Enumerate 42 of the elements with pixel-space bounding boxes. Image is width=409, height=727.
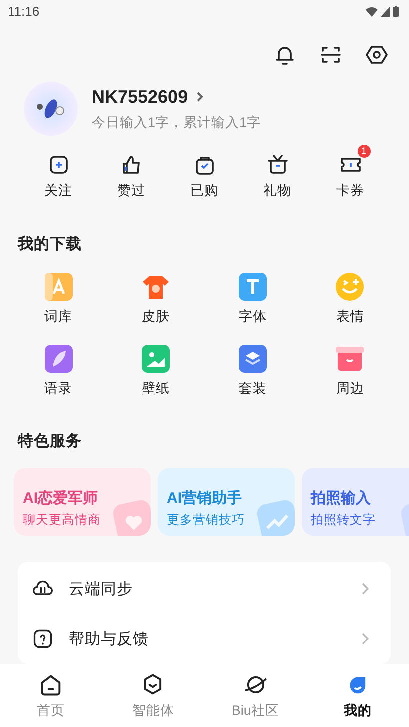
wifi-icon [366,6,378,17]
tab[interactable]: 智能体 [102,672,204,720]
chevron-icon [362,633,369,645]
tab[interactable]: 我的 [306,672,409,720]
download-category[interactable]: 套装 [204,345,302,398]
username[interactable]: NK7552609 [92,86,188,108]
battery-icon [393,6,399,18]
tab[interactable]: Biu社区 [204,672,307,720]
t-shirt-icon [142,273,170,302]
input-stats: 今日输入1字，累计输入1字 [92,114,262,132]
download-category[interactable]: 周边 [302,345,399,398]
type-tile-icon [239,273,268,302]
download-category[interactable]: 表情 [302,273,399,326]
layers-icon [239,345,268,374]
help-icon [32,628,54,650]
download-category[interactable]: 皮肤 [107,273,204,326]
quick-action[interactable]: 1 卡券 [314,144,387,200]
download-category[interactable]: 语录 [10,345,108,398]
tab[interactable]: 首页 [0,672,102,720]
chevron-icon [362,583,369,595]
quick-action[interactable]: 关注 [22,144,95,200]
section-title: 特色服务 [18,433,82,450]
download-category[interactable]: 词库 [10,273,108,326]
image-icon [142,345,170,374]
count-badge: 1 [358,145,370,158]
download-category[interactable]: 壁纸 [107,345,204,398]
quick-action[interactable]: 已购 [168,144,241,200]
download-category[interactable]: 字体 [204,273,302,326]
feather-icon [44,345,73,374]
menu-row[interactable]: 云端同步 [18,564,391,614]
avatar[interactable] [24,82,78,136]
chevron-icon [196,91,204,104]
service-card[interactable]: 拍照输入 拍照转文字 [302,468,409,536]
letter-tile-icon [44,273,73,302]
status-time: 11:16 [8,4,40,20]
section-title: 我的下载 [18,236,82,254]
signal-icon [381,6,390,17]
quick-action[interactable]: 礼物 [241,144,314,200]
menu-row[interactable]: 帮助与反馈 [18,614,391,664]
smiley-icon [336,273,364,302]
quick-action[interactable]: 赞过 [95,144,168,200]
box-icon [336,345,364,374]
